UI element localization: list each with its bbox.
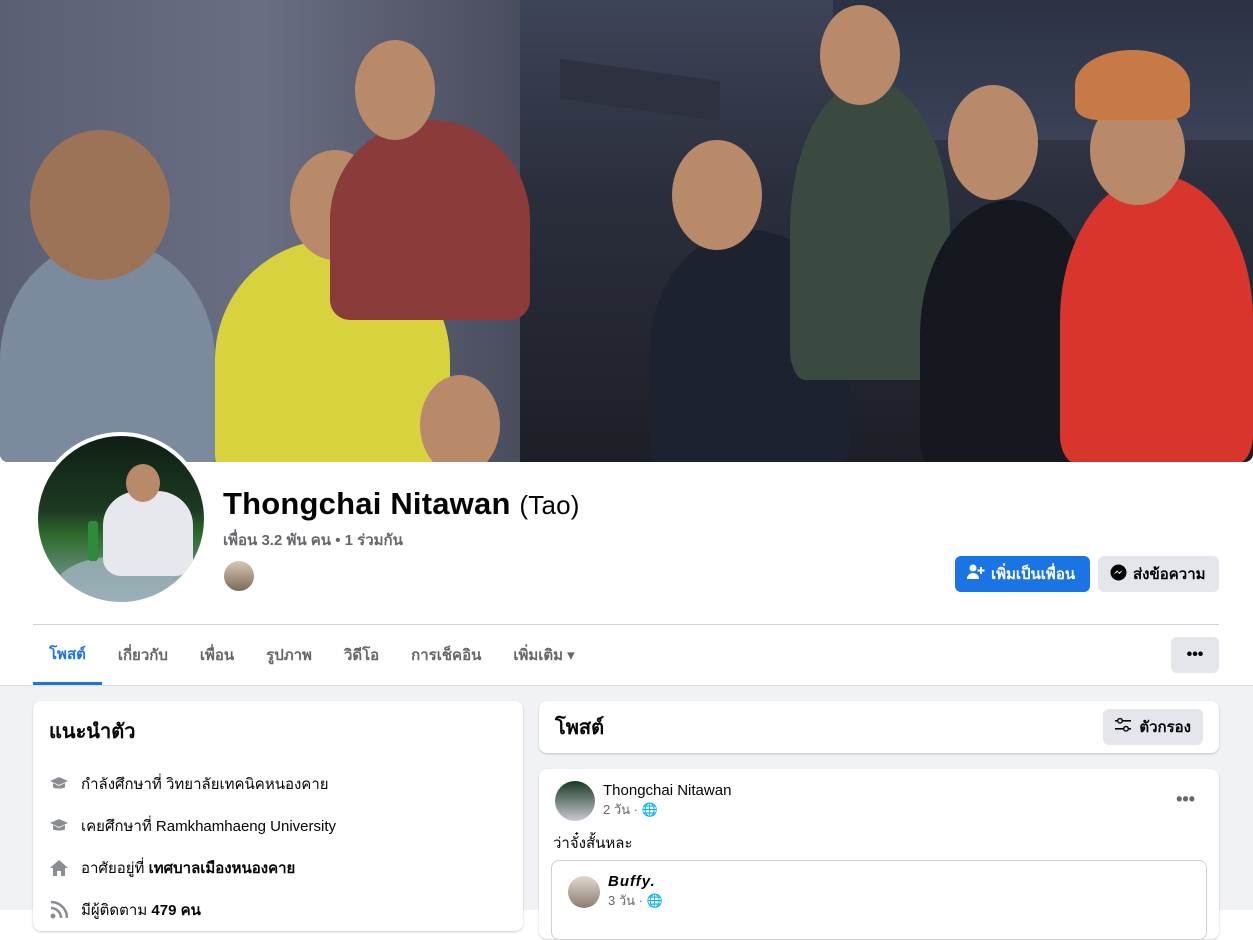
shared-timestamp[interactable]: 3 วัน · 🌐 <box>608 890 663 911</box>
tab-about[interactable]: เกี่ยวกับ <box>102 625 184 685</box>
tab-videos[interactable]: วิดีโอ <box>328 625 395 685</box>
tab-posts[interactable]: โพสต์ <box>33 625 102 685</box>
cover-person-head <box>948 85 1038 200</box>
mutual-friend-avatar[interactable] <box>222 559 256 593</box>
shared-post[interactable]: Buffy. 3 วัน · 🌐 <box>551 860 1207 940</box>
post-header: Thongchai Nitawan 2 วัน · 🌐 <box>555 781 1203 821</box>
profile-name: Thongchai Nitawan (Tao) <box>223 486 580 522</box>
shared-author-name[interactable]: Buffy. <box>608 873 663 890</box>
more-options-button[interactable]: ••• <box>1171 637 1219 673</box>
intro-row-lives-in: อาศัยอยู่ที่ เทศบาลเมืองหนองคาย <box>49 847 507 889</box>
intro-row-text: กำลังศึกษาที่ วิทยาลัยเทคนิคหนองคาย <box>81 776 329 793</box>
cover-photo[interactable] <box>0 0 1253 462</box>
rss-icon <box>49 900 69 920</box>
cover-person-head <box>820 5 900 105</box>
add-friend-label: เพิ่มเป็นเพื่อน <box>991 566 1076 583</box>
intro-row-text: มีผู้ติดตาม <box>81 902 152 919</box>
intro-row-education-past: เคยศึกษาที่ Ramkhamhaeng University <box>49 805 507 847</box>
post-author-avatar[interactable] <box>555 781 595 821</box>
intro-row-bold: 479 คน <box>151 902 201 919</box>
shared-post-header: Buffy. 3 วัน · 🌐 <box>568 873 1190 911</box>
home-icon <box>49 858 69 878</box>
post-card: Thongchai Nitawan 2 วัน · 🌐 ••• ว่าจั๋งส… <box>539 769 1219 940</box>
intro-card: แนะนำตัว กำลังศึกษาที่ วิทยาลัยเทคนิคหนอ… <box>33 701 523 931</box>
message-button[interactable]: ส่งข้อความ <box>1098 556 1219 592</box>
cover-hat <box>1075 50 1190 120</box>
graduation-cap-icon <box>49 816 69 836</box>
post-author-name[interactable]: Thongchai Nitawan <box>603 782 731 799</box>
filter-icon <box>1115 717 1132 736</box>
posts-title: โพสต์ <box>555 717 605 739</box>
post-text: ว่าจั๋งสั้นหละ <box>553 835 633 852</box>
cover-person <box>1060 175 1253 462</box>
add-friend-button[interactable]: เพิ่มเป็นเพื่อน <box>955 556 1090 592</box>
add-friend-icon <box>967 564 985 584</box>
intro-row-followers: มีผู้ติดตาม 479 คน <box>49 889 507 931</box>
profile-picture[interactable] <box>34 432 208 606</box>
tab-photos[interactable]: รูปภาพ <box>250 625 328 685</box>
profile-alt-name: (Tao) <box>519 490 580 520</box>
intro-row-bold[interactable]: เทศบาลเมืองหนองคาย <box>149 860 296 877</box>
cover-person-head <box>672 140 762 250</box>
tab-friends[interactable]: เพื่อน <box>184 625 250 685</box>
cover-person-head <box>355 40 435 140</box>
profile-name-text: Thongchai Nitawan <box>223 486 511 521</box>
post-options-button[interactable]: ••• <box>1176 789 1195 810</box>
intro-row-education-current: กำลังศึกษาที่ วิทยาลัยเทคนิคหนองคาย <box>49 763 507 805</box>
post-timestamp[interactable]: 2 วัน · 🌐 <box>603 799 731 820</box>
tab-more[interactable]: เพิ่มเติม ▾ <box>497 625 590 685</box>
intro-row-text: อาศัยอยู่ที่ <box>81 860 149 877</box>
intro-title: แนะนำตัว <box>49 721 136 743</box>
message-label: ส่งข้อความ <box>1133 566 1206 583</box>
shared-author-avatar[interactable] <box>568 876 600 908</box>
graduation-cap-icon <box>49 774 69 794</box>
cover-roof <box>560 58 720 122</box>
filter-label: ตัวกรอง <box>1139 719 1191 736</box>
intro-row-text: เคยศึกษาที่ Ramkhamhaeng University <box>81 818 336 835</box>
profile-tabs: โพสต์ เกี่ยวกับ เพื่อน รูปภาพ วิดีโอ การ… <box>33 625 591 685</box>
cover-person <box>330 120 530 320</box>
tab-checkins[interactable]: การเช็คอิน <box>395 625 497 685</box>
filter-button[interactable]: ตัวกรอง <box>1103 709 1203 745</box>
messenger-icon <box>1110 564 1127 585</box>
cover-person-head <box>30 130 170 280</box>
friends-count[interactable]: เพื่อน 3.2 พัน คน • 1 ร่วมกัน <box>223 528 403 552</box>
posts-header: โพสต์ ตัวกรอง <box>539 701 1219 753</box>
